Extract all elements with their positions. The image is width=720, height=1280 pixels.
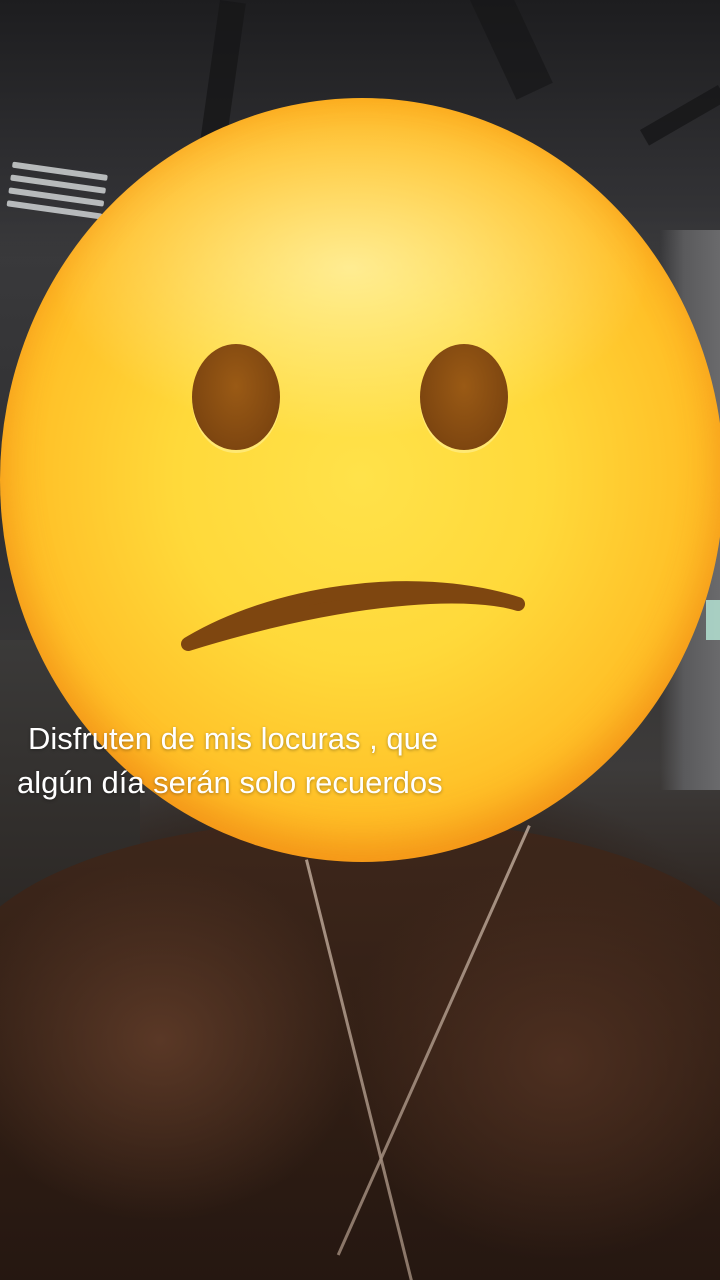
video-frame[interactable]: Disfruten de mis locuras , que algún día… xyxy=(0,0,720,1280)
caption-line-2: algún día serán solo recuerdos xyxy=(17,765,443,800)
person-torso xyxy=(0,820,720,1280)
emoji-right-eye xyxy=(420,344,508,450)
emoji-mouth xyxy=(181,581,525,651)
video-caption: Disfruten de mis locuras , que algún día… xyxy=(0,717,720,805)
caption-line-1: Disfruten de mis locuras , que xyxy=(28,721,439,756)
background-light xyxy=(706,600,720,640)
emoji-left-eye xyxy=(192,344,280,450)
